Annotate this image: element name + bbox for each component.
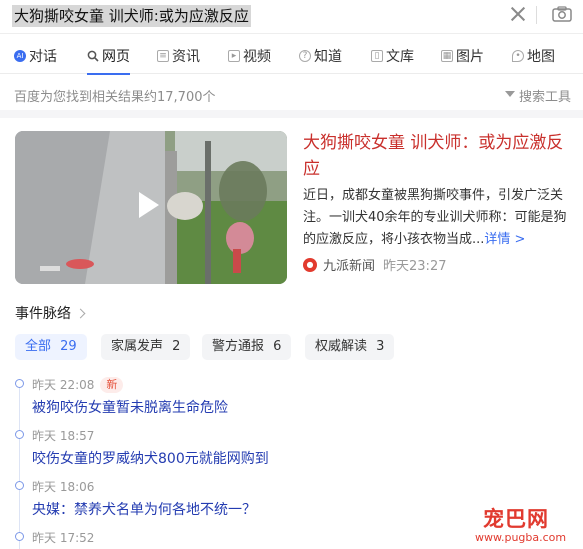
source-logo-icon: ●: [303, 257, 317, 272]
timeline-item-link[interactable]: 央媒：禁养犬名单为何各地不统一？: [32, 499, 256, 519]
tab-wenku[interactable]: ▯ 文库: [371, 46, 414, 66]
tab-label: 视频: [243, 49, 271, 65]
question-icon: ?: [299, 50, 311, 62]
document-icon: ▯: [371, 50, 383, 62]
tab-label: 文库: [386, 49, 414, 65]
tab-label: 地图: [527, 49, 555, 65]
tab-news[interactable]: ≡ 资讯: [157, 46, 200, 66]
section-title-text: 事件脉络: [15, 306, 71, 322]
chip-count: 29: [60, 339, 77, 354]
watermark-brand: 宠巴网: [483, 507, 549, 531]
tab-label: 知道: [314, 49, 342, 65]
tab-label: 网页: [102, 49, 130, 65]
new-badge: 新: [100, 376, 124, 393]
map-pin-icon: •: [512, 50, 524, 62]
timeline-dot: [15, 430, 24, 439]
video-thumbnail[interactable]: [15, 131, 287, 284]
site-watermark: 宠巴网 www.pugba.com: [468, 500, 583, 549]
search-tools-label: 搜索工具: [519, 90, 572, 105]
filter-icon: [505, 90, 515, 101]
result-title-link[interactable]: 大狗撕咬女童 训犬师：或为应激反应: [303, 130, 571, 182]
timeline-rail: [19, 384, 20, 549]
clear-icon[interactable]: [509, 5, 527, 23]
time-text: 昨天 18:06: [32, 480, 95, 494]
tab-label: 图片: [456, 49, 484, 65]
timeline-item-time: 昨天 18:57: [32, 427, 94, 444]
timeline-item-time: 昨天 22:08 新: [32, 376, 124, 393]
timeline-dot: [15, 532, 24, 541]
news-icon: ≡: [157, 50, 169, 62]
tab-video[interactable]: ▸ 视频: [228, 46, 271, 66]
timeline-item-link[interactable]: 咬伤女童的罗威纳犬800元就能网购到: [32, 448, 269, 468]
chip-count: 2: [172, 339, 181, 354]
search-icon: [87, 50, 99, 62]
timeline-item-time: 昨天 17:52: [32, 529, 94, 546]
video-icon: ▸: [228, 50, 240, 62]
time-text: 昨天 18:57: [32, 429, 95, 443]
publish-time: 昨天23:27: [383, 259, 447, 274]
search-query-text[interactable]: 大狗撕咬女童 训犬师:或为应激反应: [12, 5, 251, 27]
search-tools-button[interactable]: 搜索工具: [505, 86, 571, 105]
timeline-dot: [15, 481, 24, 490]
play-icon[interactable]: [139, 192, 159, 218]
image-icon: ▦: [441, 50, 453, 62]
chip-label: 全部: [25, 339, 52, 354]
watermark-url: www.pugba.com: [475, 531, 567, 544]
chip-police[interactable]: 警方通报 6: [202, 334, 292, 360]
time-text: 昨天 17:52: [32, 531, 95, 545]
tab-images[interactable]: ▦ 图片: [441, 46, 484, 66]
chip-all[interactable]: 全部 29: [15, 334, 87, 360]
tab-web[interactable]: 网页: [87, 46, 130, 75]
time-text: 昨天 22:08: [32, 378, 95, 392]
snippet-text: 近日，成都女童被黑狗撕咬事件，引发广泛关注。一训犬40余年的专业训犬师称：可能是…: [303, 188, 567, 247]
tab-dialog[interactable]: AI 对话: [14, 46, 57, 66]
event-timeline-title[interactable]: 事件脉络: [15, 303, 86, 323]
section-separator: [0, 110, 583, 118]
divider: [536, 6, 537, 24]
source-name[interactable]: 九派新闻: [323, 255, 375, 274]
chip-authority[interactable]: 权威解读 3: [305, 334, 395, 360]
search-bar[interactable]: 大狗撕咬女童 训犬师:或为应激反应: [0, 0, 583, 34]
chip-family[interactable]: 家属发声 2: [101, 334, 191, 360]
search-tabs: AI 对话 网页 ≡ 资讯 ▸ 视频 ? 知道 ▯ 文库 ▦ 图片 • 地图: [0, 40, 583, 75]
chip-label: 权威解读: [315, 339, 368, 354]
result-snippet: 近日，成都女童被黑狗撕咬事件，引发广泛关注。一训犬40余年的专业训犬师称：可能是…: [303, 185, 569, 251]
tab-zhidao[interactable]: ? 知道: [299, 46, 342, 66]
tab-label: 对话: [29, 49, 57, 65]
chevron-right-icon: [75, 308, 86, 318]
result-count: 百度为您找到相关结果约17,700个: [14, 90, 216, 105]
details-link[interactable]: 详情 >: [484, 232, 525, 247]
result-source: ● 九派新闻 昨天23:27: [303, 255, 446, 274]
ai-chat-icon: AI: [14, 50, 26, 62]
chip-count: 3: [376, 339, 385, 354]
timeline-item-link[interactable]: 被狗咬伤女童暂未脱离生命危险: [32, 397, 228, 417]
tab-label: 资讯: [172, 49, 200, 65]
chip-label: 家属发声: [111, 339, 164, 354]
camera-icon[interactable]: [552, 6, 572, 22]
chip-count: 6: [273, 339, 282, 354]
tab-map[interactable]: • 地图: [512, 46, 555, 66]
timeline-item-time: 昨天 18:06: [32, 478, 94, 495]
chip-label: 警方通报: [212, 339, 265, 354]
timeline-dot: [15, 379, 24, 388]
